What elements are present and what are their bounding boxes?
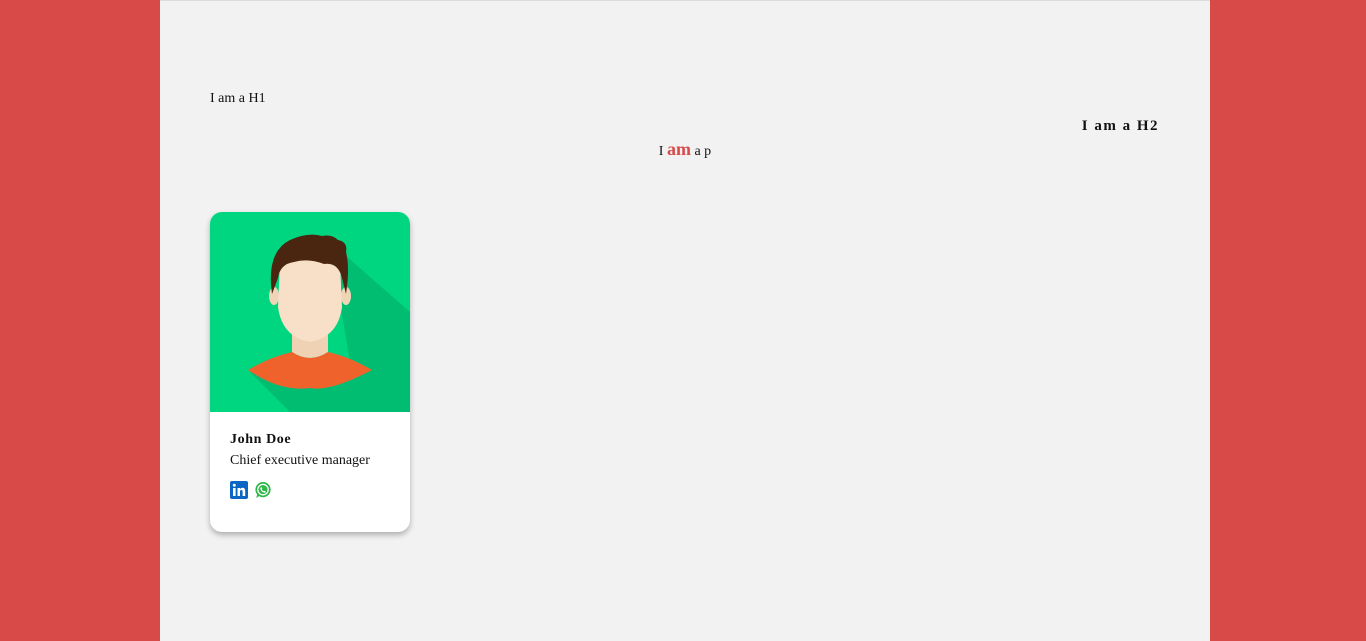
main-content-panel: I am a H1 I am a H2 I am a p John Doe Ch… <box>160 0 1210 641</box>
heading-h2: I am a H2 <box>1081 118 1159 134</box>
paragraph-text-start: I <box>658 144 667 159</box>
profile-name: John Doe <box>230 432 292 447</box>
linkedin-icon[interactable] <box>230 481 248 499</box>
card-body: John Doe Chief executive manager <box>210 412 410 499</box>
avatar-ear-left <box>269 287 279 305</box>
profile-title: Chief executive manager <box>230 453 370 468</box>
paragraph-text-end: a p <box>690 144 712 159</box>
heading-h1: I am a H1 <box>210 91 266 106</box>
avatar-face <box>278 259 342 342</box>
profile-card: John Doe Chief executive manager <box>210 212 410 532</box>
whatsapp-icon[interactable] <box>254 481 272 499</box>
avatar <box>210 212 410 412</box>
social-links <box>230 481 390 499</box>
paragraph: I am a p <box>160 139 1210 162</box>
paragraph-highlight: am <box>666 139 691 159</box>
